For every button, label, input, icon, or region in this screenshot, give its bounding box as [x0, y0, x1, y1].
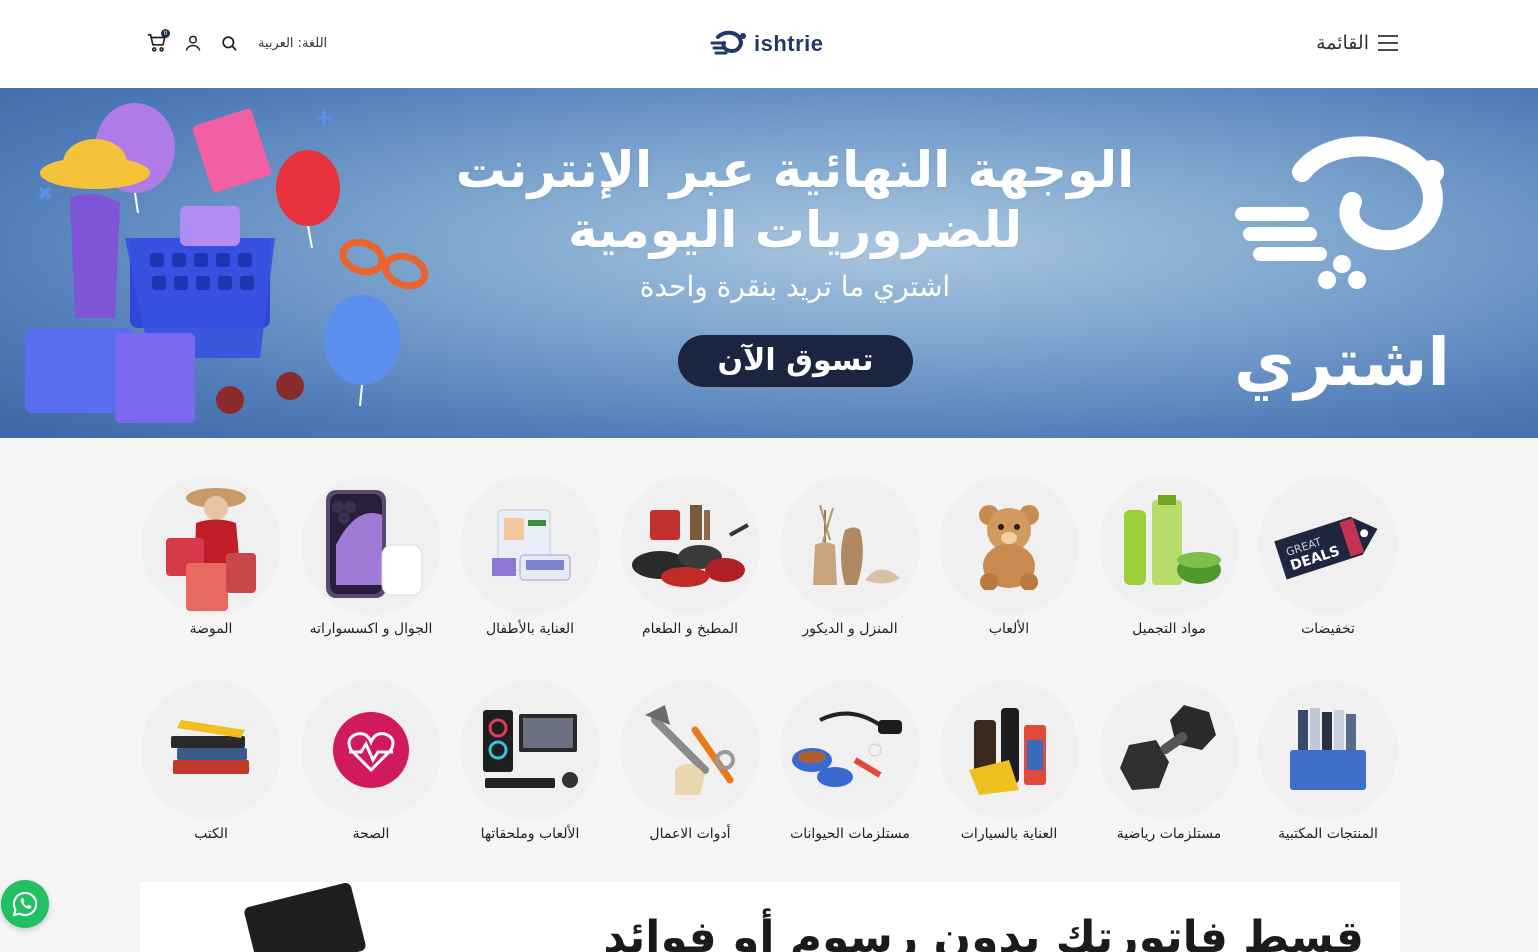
category-label: مواد التجميل: [1132, 621, 1206, 637]
vase-icon: [780, 475, 920, 615]
category-label: الموضة: [189, 621, 233, 637]
phone-icon: [301, 475, 441, 615]
category-health[interactable]: الصحة: [296, 680, 446, 844]
hamburger-icon: [1378, 35, 1398, 51]
baby-care-icon: [460, 475, 600, 615]
cookware-icon: [620, 475, 760, 615]
category-label: الألعاب: [988, 621, 1030, 637]
teddy-bear-icon: [939, 475, 1079, 615]
car-care-icon: [939, 680, 1079, 820]
cosmetics-icon: [1099, 475, 1239, 615]
tools-icon: [620, 680, 760, 820]
category-label: الألعاب وملحقاتها: [480, 826, 580, 842]
shop-now-button[interactable]: تسوق الآن: [678, 335, 913, 387]
user-icon: [185, 35, 201, 51]
cart-button[interactable]: 0: [146, 29, 170, 54]
ishtrie-brand-icon: [1235, 136, 1444, 289]
category-label: المنزل و الديكور: [802, 621, 898, 637]
books-icon: [141, 680, 281, 820]
hero-title-line2: للضروريات اليومية: [568, 201, 1022, 259]
shopping-illustration: [25, 103, 429, 423]
category-deals[interactable]: GREAT DEALS تخفيضات: [1253, 475, 1403, 639]
header-actions: 0 اللغة: العربية: [146, 28, 327, 58]
cart-count-badge: 0: [161, 29, 170, 38]
hero-title-line1: الوجهة النهائية عبر الإنترنت: [455, 141, 1135, 199]
category-pets[interactable]: مستلزمات الحيوانات: [775, 680, 925, 844]
pet-supplies-icon: [780, 680, 920, 820]
category-label: المنتجات المكتبية: [1278, 826, 1378, 842]
search-button[interactable]: [218, 32, 240, 54]
category-mobile[interactable]: الجوال و اكسسواراته: [296, 475, 446, 639]
category-label: مستلزمات الحيوانات: [790, 826, 910, 842]
hero-brand-logo: اشتري: [1232, 132, 1452, 402]
category-label: مستلزمات رياضية: [1116, 826, 1222, 842]
hero-subtitle: اشتري ما تريد بنقرة واحدة: [639, 270, 951, 303]
category-gaming[interactable]: الألعاب وملحقاتها: [455, 680, 605, 844]
category-tools[interactable]: أدوات الاعمال: [615, 680, 765, 844]
category-fashion[interactable]: الموضة: [136, 475, 286, 639]
category-label: الصحة: [352, 826, 390, 842]
category-label: الكتب: [194, 826, 228, 842]
category-label: العناية بالسيارات: [960, 826, 1058, 842]
logo-text: ishtrie: [754, 31, 824, 56]
deals-tag-icon: GREAT DEALS: [1258, 475, 1398, 615]
category-label: أدوات الاعمال: [649, 826, 731, 842]
dumbbell-icon: [1099, 680, 1239, 820]
site-header: 0 اللغة: العربية ishtrie القائمة: [0, 0, 1538, 89]
office-supplies-icon: [1258, 680, 1398, 820]
whatsapp-icon: [12, 891, 38, 917]
category-car-care[interactable]: العناية بالسيارات: [934, 680, 1084, 844]
category-sports[interactable]: مستلزمات رياضية: [1094, 680, 1244, 844]
category-kitchen[interactable]: المطبخ و الطعام: [615, 475, 765, 639]
category-baby-care[interactable]: العناية بالأطفال: [455, 475, 605, 639]
account-button[interactable]: [182, 32, 204, 54]
gaming-pc-icon: [460, 680, 600, 820]
hero-title: الوجهة النهائية عبر الإنترنت للضروريات ا…: [440, 140, 1150, 260]
menu-button[interactable]: القائمة: [1316, 28, 1399, 58]
category-office[interactable]: المنتجات المكتبية: [1253, 680, 1403, 844]
promo-title: قسط فاتورتك بدون رسوم أو فوائد: [603, 912, 1364, 952]
category-label: تخفيضات: [1301, 621, 1355, 637]
category-label: المطبخ و الطعام: [642, 621, 738, 637]
health-heart-icon: [301, 680, 441, 820]
fashion-icon: [141, 475, 281, 615]
category-label: الجوال و اكسسواراته: [309, 621, 433, 637]
menu-label: القائمة: [1316, 32, 1369, 54]
category-books[interactable]: الكتب: [136, 680, 286, 844]
hero-banner[interactable]: الوجهة النهائية عبر الإنترنت للضروريات ا…: [0, 88, 1538, 438]
category-home-decor[interactable]: المنزل و الديكور: [775, 475, 925, 639]
category-label: العناية بالأطفال: [485, 621, 575, 637]
category-toys[interactable]: الألعاب: [934, 475, 1084, 639]
site-logo[interactable]: ishtrie: [710, 28, 824, 60]
category-cosmetics[interactable]: مواد التجميل: [1094, 475, 1244, 639]
search-icon: [221, 35, 237, 51]
hero-brand-text: اشتري: [1233, 324, 1450, 401]
ishtrie-logo-icon: [710, 30, 746, 55]
whatsapp-button[interactable]: [1, 880, 49, 928]
language-selector[interactable]: اللغة: العربية: [258, 36, 327, 51]
